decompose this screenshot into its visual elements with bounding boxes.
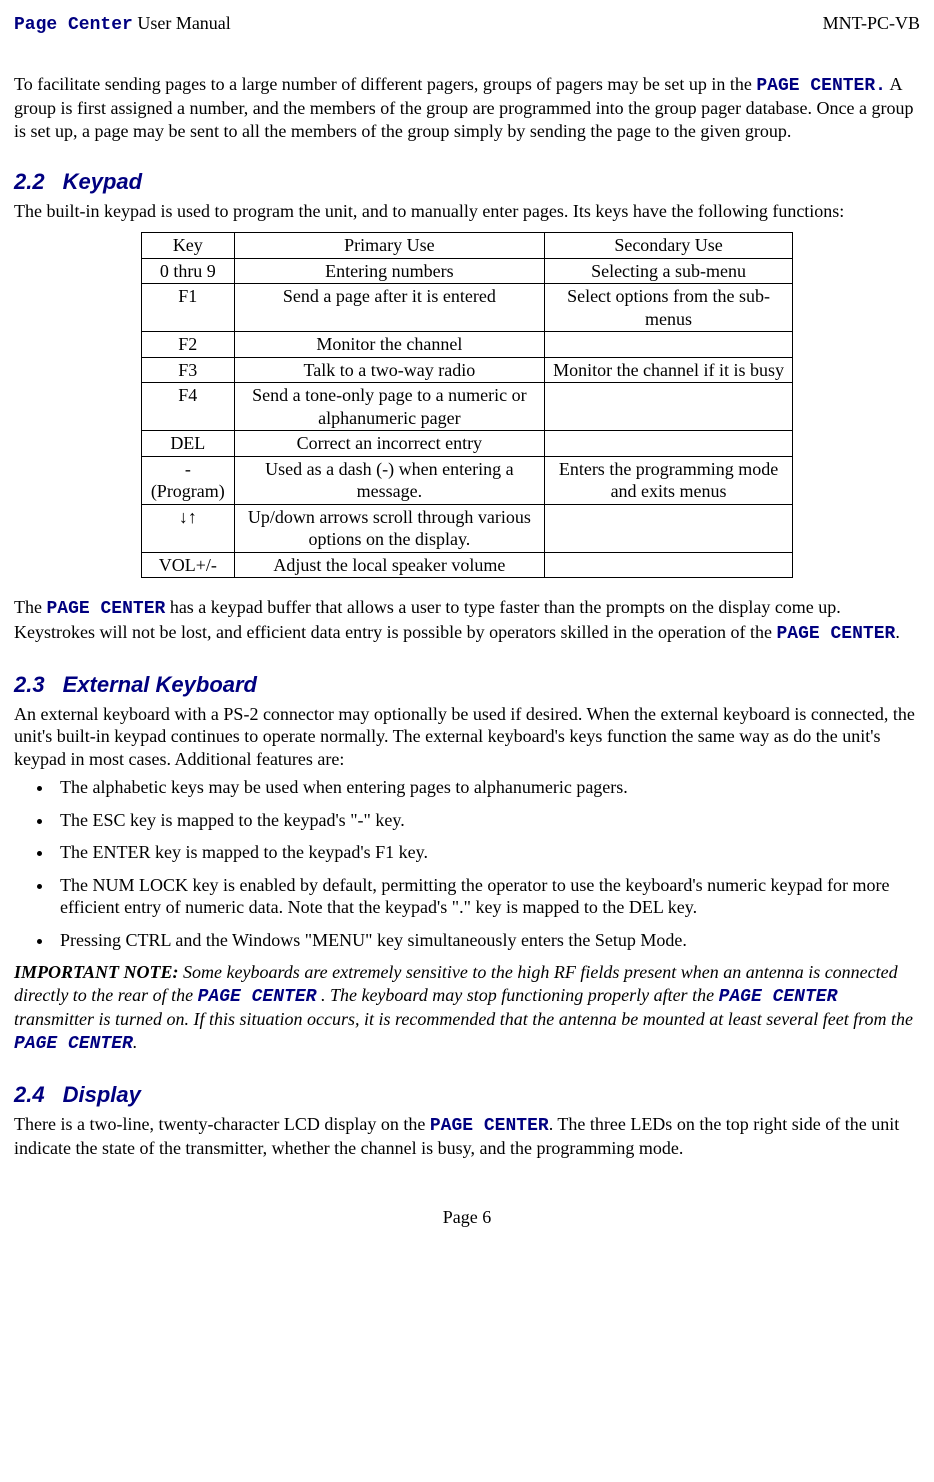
section-2-3-num: 2.3 xyxy=(14,672,45,697)
cell: Monitor the channel if it is busy xyxy=(544,357,792,383)
header-left: Page Center User Manual xyxy=(14,12,231,37)
note-text: . xyxy=(133,1032,138,1052)
cell: Selecting a sub-menu xyxy=(544,258,792,284)
product-name: PAGE CENTER xyxy=(719,987,838,1007)
intro-product: PAGE CENTER. xyxy=(756,76,886,96)
product-name: PAGE CENTER xyxy=(14,1034,133,1054)
table-row: F3Talk to a two-way radioMonitor the cha… xyxy=(141,357,792,383)
page-header: Page Center User Manual MNT-PC-VB xyxy=(14,12,920,37)
cell: Up/down arrows scroll through various op… xyxy=(234,504,544,552)
intro-paragraph: To facilitate sending pages to a large n… xyxy=(14,73,920,143)
table-row: - (Program)Used as a dash (-) when enter… xyxy=(141,456,792,504)
section-2-2-num: 2.2 xyxy=(14,169,45,194)
cell: F1 xyxy=(141,284,234,332)
col-primary: Primary Use xyxy=(234,233,544,259)
intro-text-1: To facilitate sending pages to a large n… xyxy=(14,74,756,94)
cell: F3 xyxy=(141,357,234,383)
text: The xyxy=(14,597,46,617)
cell: Talk to a two-way radio xyxy=(234,357,544,383)
cell: F2 xyxy=(141,332,234,358)
cell: VOL+/- xyxy=(141,552,234,578)
cell: Correct an incorrect entry xyxy=(234,431,544,457)
product-name: Page Center xyxy=(14,15,133,35)
table-row: 0 thru 9Entering numbersSelecting a sub-… xyxy=(141,258,792,284)
cell: Enters the programming mode and exits me… xyxy=(544,456,792,504)
table-header-row: Key Primary Use Secondary Use xyxy=(141,233,792,259)
header-code: MNT-PC-VB xyxy=(823,12,920,37)
section-2-3-heading: 2.3 External Keyboard xyxy=(14,671,920,699)
note-lead: IMPORTANT NOTE: xyxy=(14,962,179,982)
note-text: transmitter is turned on. If this situat… xyxy=(14,1009,913,1029)
section-2-2-title: Keypad xyxy=(63,169,142,194)
cell: Select options from the sub-menus xyxy=(544,284,792,332)
cell: 0 thru 9 xyxy=(141,258,234,284)
table-row: VOL+/-Adjust the local speaker volume xyxy=(141,552,792,578)
cell xyxy=(544,383,792,431)
important-note: IMPORTANT NOTE: Some keyboards are extre… xyxy=(14,961,920,1055)
table-row: F2Monitor the channel xyxy=(141,332,792,358)
cell xyxy=(544,431,792,457)
list-item: The NUM LOCK key is enabled by default, … xyxy=(54,874,920,919)
text: . xyxy=(895,622,900,642)
list-item: Pressing CTRL and the Windows "MENU" key… xyxy=(54,929,920,952)
product-name: PAGE CENTER xyxy=(46,599,165,619)
list-item: The alphabetic keys may be used when ent… xyxy=(54,776,920,799)
keypad-table: Key Primary Use Secondary Use 0 thru 9En… xyxy=(141,232,793,578)
section-2-4-num: 2.4 xyxy=(14,1082,45,1107)
cell xyxy=(544,504,792,552)
section-2-3-lead: An external keyboard with a PS-2 connect… xyxy=(14,703,920,771)
cell xyxy=(544,332,792,358)
section-2-4-body: There is a two-line, twenty-character LC… xyxy=(14,1113,920,1160)
text: There is a two-line, twenty-character LC… xyxy=(14,1114,430,1134)
cell: Send a page after it is entered xyxy=(234,284,544,332)
cell: DEL xyxy=(141,431,234,457)
doc-title: User Manual xyxy=(133,13,231,33)
table-row: ↓↑Up/down arrows scroll through various … xyxy=(141,504,792,552)
list-item: The ESC key is mapped to the keypad's "-… xyxy=(54,809,920,832)
product-name: PAGE CENTER xyxy=(198,987,317,1007)
col-key: Key xyxy=(141,233,234,259)
external-keyboard-list: The alphabetic keys may be used when ent… xyxy=(14,776,920,951)
cell: Entering numbers xyxy=(234,258,544,284)
list-item: The ENTER key is mapped to the keypad's … xyxy=(54,841,920,864)
section-2-4-heading: 2.4 Display xyxy=(14,1081,920,1109)
cell: F4 xyxy=(141,383,234,431)
cell: Monitor the channel xyxy=(234,332,544,358)
table-row: F1Send a page after it is enteredSelect … xyxy=(141,284,792,332)
cell xyxy=(544,552,792,578)
table-row: DELCorrect an incorrect entry xyxy=(141,431,792,457)
page-footer: Page 6 xyxy=(14,1206,920,1229)
cell: Send a tone-only page to a numeric or al… xyxy=(234,383,544,431)
cell: Used as a dash (-) when entering a messa… xyxy=(234,456,544,504)
note-text: . The keyboard may stop functioning prop… xyxy=(316,985,718,1005)
section-2-3-title: External Keyboard xyxy=(63,672,257,697)
section-2-4-title: Display xyxy=(63,1082,141,1107)
table-row: F4Send a tone-only page to a numeric or … xyxy=(141,383,792,431)
col-secondary: Secondary Use xyxy=(544,233,792,259)
section-2-2-lead: The built-in keypad is used to program t… xyxy=(14,200,920,223)
cell: ↓↑ xyxy=(141,504,234,552)
section-2-2-heading: 2.2 Keypad xyxy=(14,168,920,196)
cell: - (Program) xyxy=(141,456,234,504)
product-name: PAGE CENTER xyxy=(777,624,896,644)
product-name: PAGE CENTER xyxy=(430,1116,549,1136)
section-2-2-after: The PAGE CENTER has a keypad buffer that… xyxy=(14,596,920,645)
cell: Adjust the local speaker volume xyxy=(234,552,544,578)
